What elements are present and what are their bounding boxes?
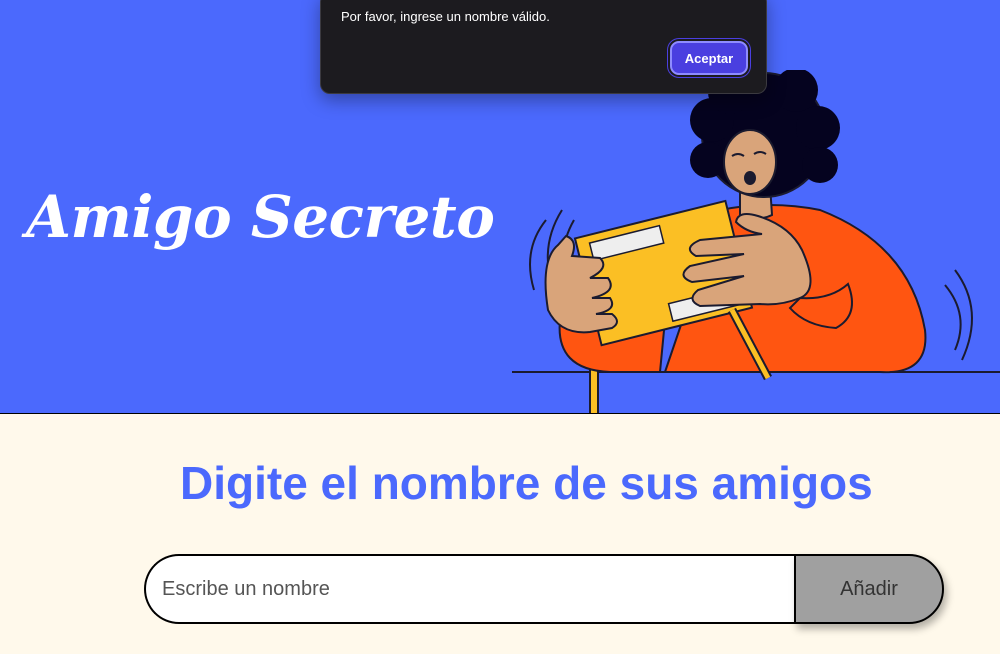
person-with-gift-box-illustration [512, 70, 1000, 413]
validation-alert-dialog: Por favor, ingrese un nombre válido. Ace… [320, 0, 767, 94]
page-title: Amigo Secreto [26, 183, 495, 251]
dialog-message: Por favor, ingrese un nombre válido. [341, 9, 550, 24]
section-title: Digite el nombre de sus amigos [180, 457, 873, 509]
page: Amigo Secreto Por favor, ingrese un nomb… [0, 0, 1000, 654]
friend-name-input[interactable] [144, 554, 796, 624]
add-friend-form: Añadir [144, 554, 944, 624]
dialog-accept-button[interactable]: Aceptar [670, 41, 748, 75]
add-friend-button[interactable]: Añadir [794, 554, 944, 624]
